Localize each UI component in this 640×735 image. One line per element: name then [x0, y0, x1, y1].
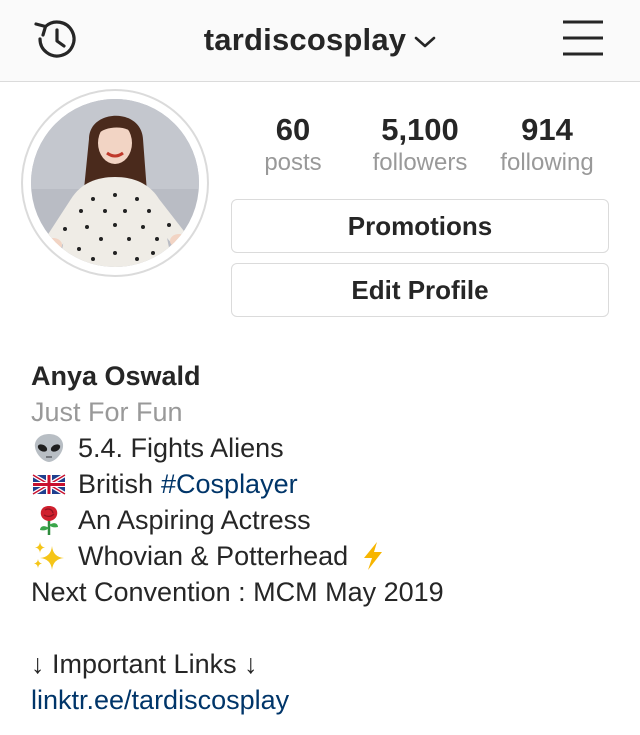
- history-clock-icon[interactable]: [30, 14, 80, 64]
- followers-label: followers: [372, 149, 468, 176]
- posts-stat: 60 posts: [253, 112, 333, 178]
- username-title: tardiscosplay: [203, 22, 407, 57]
- bio-line-whovian: Whovian & Potterhead: [31, 538, 621, 574]
- sparkles-icon: [31, 540, 67, 572]
- rose-icon: [31, 504, 67, 536]
- username-area: tardiscosplay: [0, 18, 640, 62]
- followers-stat[interactable]: 5,100 followers: [360, 112, 480, 178]
- bio-line-british: British #Cosplayer: [31, 466, 621, 502]
- bio-line-text: An Aspiring Actress: [78, 505, 311, 535]
- bio-line-text: 5.4. Fights Aliens: [78, 433, 284, 463]
- bio-section: Anya Oswald Just For Fun 5.4. Fights Ali…: [31, 358, 621, 718]
- bio-line-aliens: 5.4. Fights Aliens: [31, 430, 621, 466]
- cosplayer-hashtag-link[interactable]: #Cosplayer: [161, 466, 298, 502]
- bio-line-actress: An Aspiring Actress: [31, 502, 621, 538]
- following-stat[interactable]: 914 following: [489, 112, 605, 178]
- bio-line-text: Whovian & Potterhead: [78, 541, 349, 571]
- account-switcher-button[interactable]: tardiscosplay: [204, 22, 436, 58]
- uk-flag-icon: [31, 468, 67, 500]
- following-label: following: [500, 149, 594, 176]
- lightning-icon: [358, 540, 388, 572]
- following-count: 914: [521, 112, 573, 147]
- bio-website-link[interactable]: linktr.ee/tardiscosplay: [31, 682, 621, 718]
- top-bar: tardiscosplay: [0, 0, 640, 82]
- bio-convention: Next Convention : MCM May 2019: [31, 577, 444, 607]
- profile-name: Anya Oswald: [31, 361, 201, 391]
- profile-category: Just For Fun: [31, 397, 183, 427]
- profile-avatar[interactable]: [31, 99, 199, 267]
- promotions-button[interactable]: Promotions: [231, 199, 609, 253]
- alien-icon: [31, 432, 67, 464]
- bio-links-header: ↓ Important Links ↓: [31, 649, 258, 679]
- bio-line-text: British: [78, 469, 154, 499]
- hamburger-menu-icon[interactable]: [560, 18, 606, 58]
- posts-label: posts: [264, 149, 322, 176]
- posts-count: 60: [275, 112, 311, 147]
- followers-count: 5,100: [381, 112, 459, 147]
- edit-profile-button[interactable]: Edit Profile: [231, 263, 609, 317]
- bio-spacer: [31, 610, 621, 646]
- chevron-down-icon: [414, 35, 436, 49]
